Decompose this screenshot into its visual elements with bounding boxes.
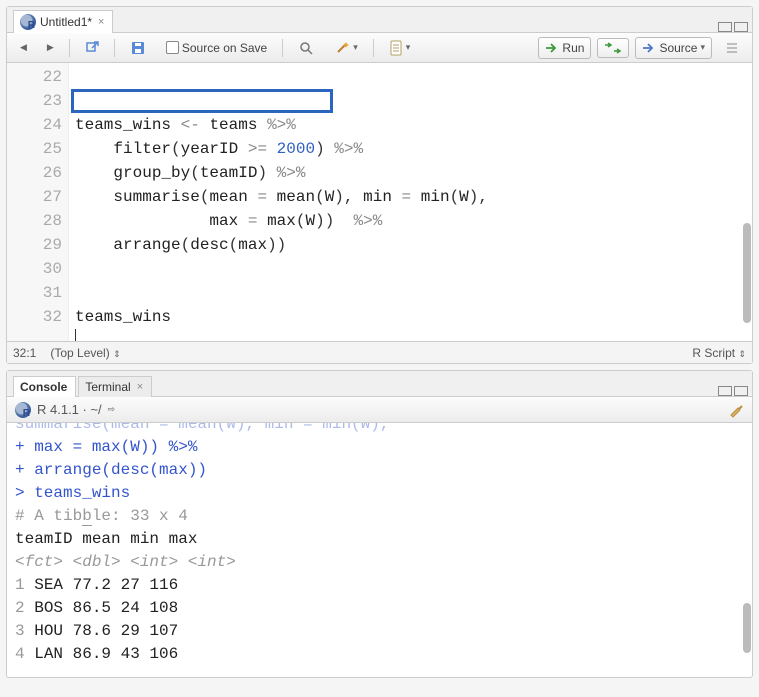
separator [69,39,70,57]
source-tabbar: Untitled1* × [7,7,752,33]
checkbox-icon [166,41,179,54]
pane-window-controls [718,22,752,32]
clear-console-button[interactable] [728,402,744,418]
minimize-icon[interactable] [718,386,732,396]
console-tabbar: Console Terminal × [7,371,752,397]
chevron-down-icon: ▾ [700,42,705,53]
wand-icon [334,40,350,56]
save-button[interactable] [123,36,153,60]
notebook-icon [389,40,403,56]
scroll-thumb[interactable] [743,223,751,323]
source-button[interactable]: Source ▾ [635,37,712,59]
outline-button[interactable] [718,37,746,59]
tab-console[interactable]: Console [13,376,76,397]
chevron-down-icon: ▾ [406,42,411,53]
console-scrollbar[interactable] [741,423,751,677]
r-file-icon [20,14,36,30]
popout-icon [85,41,99,55]
run-arrow-icon [545,42,559,54]
minimize-icon[interactable] [718,22,732,32]
run-button[interactable]: Run [538,37,591,59]
back-button[interactable]: ◀ [13,38,34,57]
tab-console-label: Console [20,380,67,394]
notebook-button[interactable]: ▾ [382,36,418,60]
source-label: Source [659,41,697,55]
separator [373,39,374,57]
chevron-down-icon: ▾ [353,42,358,53]
cursor-position: 32:1 [13,346,36,360]
scope-selector[interactable]: (Top Level) ⇕ [50,346,120,360]
file-tab-title: Untitled1* [40,15,92,29]
close-icon[interactable]: × [98,16,104,28]
source-arrow-icon [642,42,656,54]
code-editor[interactable]: 22 23 24 25 26 27 28 29 30 31 32 teams_w… [7,63,752,341]
run-label: Run [562,41,584,55]
wand-button[interactable]: ▾ [327,36,365,60]
pane-window-controls [718,386,752,396]
forward-button[interactable]: ▶ [40,38,61,57]
find-button[interactable] [291,36,321,60]
maximize-icon[interactable] [734,22,748,32]
broom-icon [728,402,744,418]
line-gutter: 22 23 24 25 26 27 28 29 30 31 32 [7,63,69,341]
console-header: R 4.1.1 · ~/ ⇨ [7,397,752,423]
source-pane: Untitled1* × ◀ ▶ Source on Save ▾ [6,6,753,364]
tab-terminal-label: Terminal [85,380,130,394]
source-on-save-label: Source on Save [182,41,267,55]
tab-terminal[interactable]: Terminal × [78,376,152,397]
rerun-icon [604,42,622,54]
search-icon [298,40,314,56]
maximize-icon[interactable] [734,386,748,396]
source-toolbar: ◀ ▶ Source on Save ▾ ▾ Run [7,33,752,63]
editor-scrollbar[interactable] [741,63,751,341]
chevron-icon[interactable]: ⇨ [108,404,116,415]
save-icon [130,40,146,56]
source-on-save-toggle[interactable]: Source on Save [159,37,274,59]
console-output[interactable]: summarise(mean = mean(W), min = min(W), … [7,423,752,677]
console-pane: Console Terminal × R 4.1.1 · ~/ ⇨ summar… [6,370,753,678]
file-tab[interactable]: Untitled1* × [13,10,113,33]
code-area[interactable]: teams_wins <- teams %>% filter(yearID >=… [69,63,752,341]
popout-button[interactable] [78,37,106,59]
close-icon[interactable]: × [137,381,143,393]
source-statusbar: 32:1 (Top Level) ⇕ R Script ⇕ [7,341,752,363]
outline-icon [725,41,739,55]
rerun-button[interactable] [597,38,629,58]
scroll-thumb[interactable] [743,603,751,653]
separator [114,39,115,57]
r-logo-icon [15,402,31,418]
file-mode-selector[interactable]: R Script ⇕ [692,346,746,360]
console-info: R 4.1.1 · ~/ [37,402,102,417]
separator [282,39,283,57]
